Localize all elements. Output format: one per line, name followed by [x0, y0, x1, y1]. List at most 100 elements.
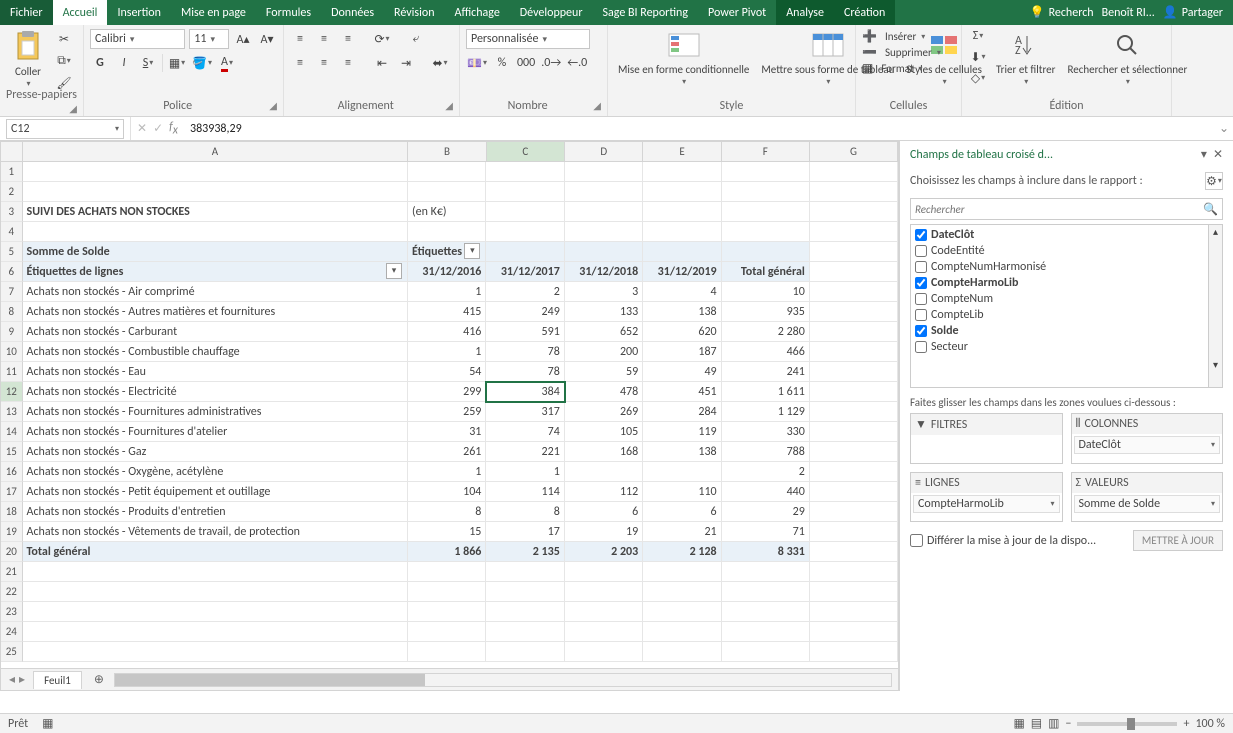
cell[interactable]: Achats non stockés - Combustible chauffa… — [23, 342, 408, 362]
tab-review[interactable]: Révision — [384, 0, 444, 25]
new-sheet-button[interactable]: ⊕ — [90, 671, 108, 689]
cell[interactable] — [565, 602, 643, 622]
cell[interactable] — [565, 202, 643, 222]
align-left-button[interactable]: ≡ — [290, 53, 310, 73]
cell[interactable]: 31/12/2017 — [486, 262, 564, 282]
fill-button[interactable]: ⬇▾ — [968, 47, 988, 67]
col-header-G[interactable]: G — [810, 142, 898, 161]
row-header[interactable]: 4 — [1, 222, 23, 242]
format-cells-button[interactable]: ▦Format▾ — [862, 61, 955, 76]
cell[interactable] — [810, 462, 898, 482]
tab-view[interactable]: Affichage — [445, 0, 510, 25]
cell[interactable] — [565, 182, 643, 202]
cell[interactable] — [408, 562, 486, 582]
cell[interactable]: 110 — [643, 482, 721, 502]
cell[interactable]: SUIVI DES ACHATS NON STOCKES — [23, 202, 408, 222]
pivot-field[interactable]: DateClôt — [911, 227, 1208, 243]
cell[interactable] — [486, 622, 564, 642]
share-button[interactable]: 👤Partager — [1163, 5, 1223, 20]
formula-input[interactable]: 383938,29 — [184, 122, 1215, 136]
field-checkbox[interactable] — [915, 277, 927, 289]
cell[interactable]: 2 135 — [486, 542, 564, 562]
cell[interactable] — [810, 442, 898, 462]
cell[interactable] — [486, 602, 564, 622]
cell[interactable]: Achats non stockés - Autres matières et … — [23, 302, 408, 322]
cell[interactable]: 31/12/2018 — [565, 262, 643, 282]
row-header[interactable]: 11 — [1, 362, 23, 382]
area-rows[interactable]: ≡LIGNES CompteHarmoLib▾ — [910, 472, 1063, 522]
cut-button[interactable]: ✂ — [54, 29, 74, 49]
copy-button[interactable]: ⧉▾ — [54, 51, 74, 71]
cell[interactable]: 74 — [486, 422, 564, 442]
fill-color-button[interactable]: 🪣▾ — [191, 53, 213, 73]
cell[interactable] — [565, 562, 643, 582]
align-right-button[interactable]: ≡ — [338, 53, 358, 73]
macro-record-icon[interactable]: ▦ — [42, 716, 53, 731]
row-header[interactable]: 19 — [1, 522, 23, 542]
cell[interactable] — [810, 622, 898, 642]
column-filter-button[interactable]: ▾ — [464, 243, 480, 259]
number-launcher[interactable]: ◢ — [593, 99, 601, 112]
area-filters[interactable]: ▼FILTRES — [910, 413, 1063, 464]
cell[interactable] — [408, 162, 486, 182]
cell[interactable] — [810, 342, 898, 362]
select-all-corner[interactable] — [1, 142, 23, 161]
insert-cells-button[interactable]: ➕Insérer▾ — [862, 29, 955, 44]
cell[interactable] — [810, 602, 898, 622]
pivot-field[interactable]: CompteLib — [911, 307, 1208, 323]
delete-cells-button[interactable]: ➖Supprimer▾ — [862, 45, 955, 60]
cell[interactable] — [565, 242, 643, 262]
view-pagebreak-icon[interactable]: ▥ — [1048, 716, 1059, 731]
cell[interactable] — [486, 222, 564, 242]
cell[interactable]: Achats non stockés - Produits d'entretie… — [23, 502, 408, 522]
cell[interactable]: 59 — [565, 362, 643, 382]
pivot-field[interactable]: Secteur — [911, 339, 1208, 355]
cell[interactable] — [643, 622, 721, 642]
area-columns[interactable]: ⫴COLONNES DateClôt▾ — [1071, 413, 1224, 464]
cell[interactable]: 384 — [486, 382, 564, 402]
cell[interactable]: Achats non stockés - Vêtements de travai… — [23, 522, 408, 542]
cell[interactable] — [810, 402, 898, 422]
cell[interactable]: 8 — [408, 502, 486, 522]
cell[interactable] — [565, 642, 643, 662]
cell[interactable]: Total général — [722, 262, 810, 282]
sheet-nav-first[interactable]: ◂ — [9, 672, 15, 687]
cell[interactable]: 415 — [408, 302, 486, 322]
field-checkbox[interactable] — [915, 245, 927, 257]
cell[interactable] — [810, 302, 898, 322]
find-select-button[interactable]: Rechercher et sélectionner▾ — [1063, 25, 1191, 89]
cell[interactable]: 241 — [722, 362, 810, 382]
row-header[interactable]: 1 — [1, 162, 23, 182]
percent-button[interactable]: % — [492, 53, 512, 73]
comma-style-button[interactable]: 000 — [516, 53, 536, 73]
row-header[interactable]: 7 — [1, 282, 23, 302]
cell[interactable]: 652 — [565, 322, 643, 342]
increase-indent-button[interactable]: ⇥ — [396, 53, 416, 73]
area-values[interactable]: ΣVALEURS Somme de Solde▾ — [1071, 472, 1224, 522]
cell[interactable] — [810, 642, 898, 662]
cell[interactable] — [810, 222, 898, 242]
col-header-E[interactable]: E — [643, 142, 721, 161]
row-header[interactable]: 21 — [1, 562, 23, 582]
cell[interactable]: 440 — [722, 482, 810, 502]
cell[interactable]: (en K€) — [408, 202, 486, 222]
cell[interactable] — [722, 622, 810, 642]
pivot-field-list[interactable]: DateClôtCodeEntitéCompteNumHarmoniséComp… — [910, 224, 1209, 388]
cell[interactable]: 138 — [643, 442, 721, 462]
row-header[interactable]: 24 — [1, 622, 23, 642]
bold-button[interactable]: G — [90, 53, 110, 73]
taskpane-menu-icon[interactable]: ▾ — [1201, 147, 1207, 162]
field-list-scrollbar[interactable]: ▴ ▾ — [1209, 224, 1223, 388]
col-header-C[interactable]: C — [487, 142, 565, 161]
font-size-combo[interactable]: 11▾ — [189, 29, 229, 49]
number-format-combo[interactable]: Personnalisée▾ — [466, 29, 590, 49]
field-checkbox[interactable] — [915, 261, 927, 273]
orientation-button[interactable]: ⟳▾ — [372, 29, 392, 49]
italic-button[interactable]: I — [114, 53, 134, 73]
autosum-button[interactable]: Σ▾ — [968, 26, 988, 46]
cell[interactable]: Achats non stockés - Oxygène, acétylène — [23, 462, 408, 482]
cell[interactable]: 17 — [486, 522, 564, 542]
accept-formula-icon[interactable]: ✓ — [153, 121, 163, 136]
cell[interactable] — [486, 242, 564, 262]
cell[interactable]: Étiquettes de lignes▾ — [23, 262, 408, 282]
